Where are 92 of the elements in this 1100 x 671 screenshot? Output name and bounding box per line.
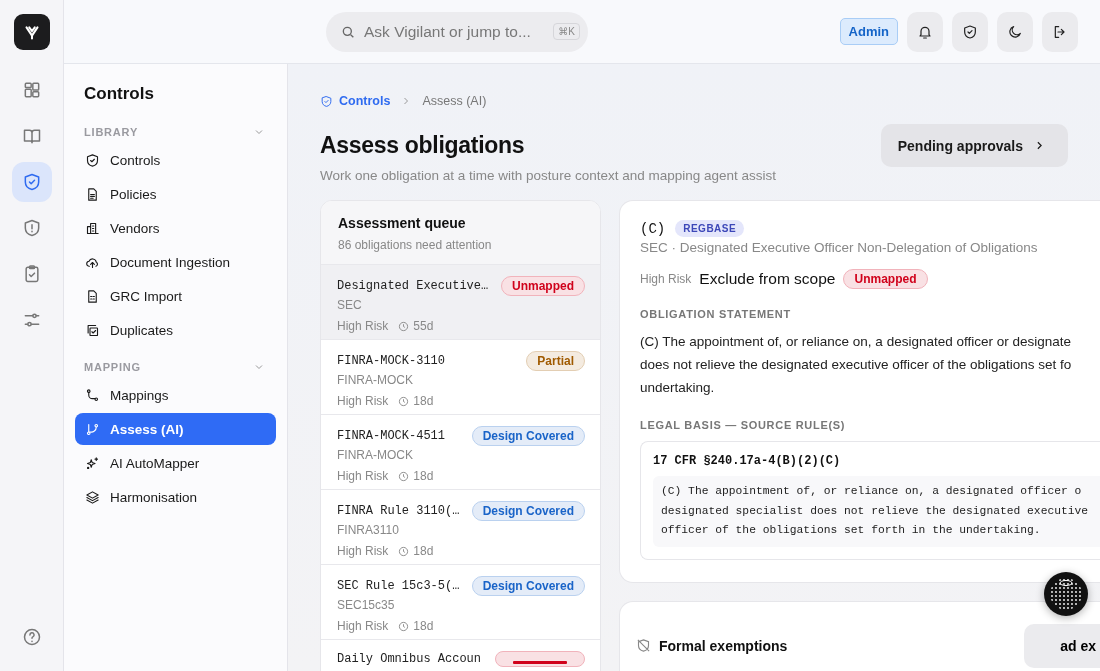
risk-label: High Risk — [337, 544, 389, 558]
rule-citation: 17 CFR §240.17a-4(B)(2)(C) — [653, 454, 842, 468]
section-heading: LEGAL BASIS — SOURCE RULE(S) — [640, 419, 847, 431]
source-label: SEC — [337, 298, 363, 312]
sidebar-item[interactable]: Controls — [75, 144, 276, 176]
queue-title: Assessment queue — [338, 215, 467, 231]
age-label: 18d — [413, 619, 434, 633]
rule-text: officer of the obligations set forth in the undertaking. — [661, 523, 1042, 538]
rail-nav-button[interactable] — [11, 162, 52, 202]
sparkle-icon — [85, 455, 100, 471]
header-button[interactable] — [907, 11, 943, 52]
sidebar-item[interactable]: Vendors — [75, 212, 276, 244]
sidebar-title: Controls — [84, 84, 155, 104]
header-button[interactable] — [997, 11, 1033, 52]
breadcrumb-link[interactable]: Controls — [339, 94, 391, 108]
doc-icon — [85, 186, 100, 202]
sidebar-item[interactable]: AI AutoMapper — [75, 447, 276, 479]
statement-text: undertaking. — [640, 379, 716, 397]
sidebar-item[interactable]: Assess (AI) — [75, 413, 276, 445]
obligation-title: FINRA-MOCK-4511 — [337, 429, 446, 443]
statement-text: (C) The appointment of, or reliance on, a designated officer or designate — [640, 333, 1072, 351]
clock-icon — [398, 620, 410, 632]
obligation-title: FINRA Rule 3110(… — [337, 504, 460, 518]
sheet-icon — [85, 288, 100, 304]
source-tag: REGBASE — [675, 220, 745, 237]
obligation-title: Designated Executive… — [337, 279, 489, 293]
sidebar-item[interactable]: Mappings — [75, 379, 276, 411]
risk-label: High Risk — [337, 619, 389, 633]
book-icon — [21, 126, 42, 146]
status-badge: Partial — [526, 351, 585, 371]
risk-label: High Risk — [640, 272, 692, 286]
queue-item[interactable]: Designated Executive… Unmapped SEC High Risk 55d — [321, 264, 600, 339]
obligation-title: FINRA-MOCK-3110 — [337, 354, 446, 368]
search-input[interactable]: Ask Vigilant or jump to... — [362, 21, 548, 42]
section-label: LIBRARY — [84, 126, 139, 138]
obligation-title: SEC Rule 15c3-5(… — [337, 579, 460, 593]
branch-icon — [85, 421, 100, 437]
moon-icon — [1007, 23, 1023, 40]
add-exemption-button[interactable]: ad ex — [1024, 623, 1100, 668]
obligation-title: Daily Omnibus Accoun — [337, 652, 482, 666]
status-badge: Design Covered — [471, 576, 585, 596]
pending-approvals-button[interactable]: Pending approvals — [880, 124, 1068, 167]
app-logo[interactable] — [13, 14, 50, 50]
copy-icon — [85, 322, 100, 338]
help-icon — [21, 627, 42, 647]
age-label: 18d — [413, 469, 434, 483]
header-button[interactable] — [952, 11, 988, 52]
statement-text: does not relieve the designated executive officer of the obligations set fo — [640, 356, 1073, 374]
risk-label: High Risk — [337, 394, 389, 408]
age-label: 18d — [413, 544, 434, 558]
clock-icon — [398, 545, 410, 557]
exemptions-title: Formal exemptions — [659, 637, 788, 654]
status-badge: Design Covered — [471, 501, 585, 521]
obligation-code: (C) — [640, 220, 666, 237]
route-icon — [85, 387, 100, 403]
page-title: Assess obligations — [320, 132, 526, 159]
clock-icon — [398, 395, 410, 407]
shield-icon — [320, 94, 333, 108]
sidebar-item[interactable]: GRC Import — [75, 280, 276, 312]
sidebar-item[interactable]: Duplicates — [75, 314, 276, 346]
status-badge: Unmapped — [843, 269, 928, 289]
sidebar-item[interactable]: Harmonisation — [75, 481, 276, 513]
rule-text: designated specialist does not relieve the designated executive — [661, 503, 1090, 519]
section-heading: OBLIGATION STATEMENT — [640, 308, 792, 320]
obligation-subtitle: SEC · Designated Executive Officer Non-Delegation of Obligations — [640, 240, 1039, 255]
sidebar-item[interactable]: Policies — [75, 178, 276, 210]
risk-label: High Risk — [337, 319, 389, 333]
clock-icon — [398, 470, 410, 482]
scope-action: Exclude from scope — [699, 270, 836, 288]
status-badge: Unmapped — [501, 276, 585, 296]
shortcut-hint: ⌘K — [553, 23, 580, 40]
queue-subtitle: 86 obligations need attention — [338, 238, 493, 252]
clock-icon — [398, 320, 410, 332]
rule-text: (C) The appointment of, or reliance on, a designated officer o — [661, 484, 1083, 499]
building-icon — [85, 220, 100, 236]
source-label: FINRA-MOCK — [337, 373, 414, 387]
shield-off-icon — [636, 638, 651, 653]
age-label: 55d — [413, 319, 434, 333]
source-label: SEC15c35 — [337, 598, 396, 612]
section-label: MAPPING — [84, 361, 141, 373]
sidebar-item[interactable]: Document Ingestion — [75, 246, 276, 278]
age-label: 18d — [413, 394, 434, 408]
risk-label: High Risk — [337, 469, 389, 483]
shield-icon — [962, 23, 978, 40]
shield-icon — [85, 152, 100, 168]
layers-icon — [85, 489, 100, 505]
source-label: FINRA-MOCK — [337, 448, 414, 462]
source-label: FINRA3110 — [337, 523, 400, 537]
breadcrumb-current: Assess (AI) — [422, 94, 487, 108]
role-badge: Admin — [839, 18, 898, 45]
status-badge: Design Covered — [471, 426, 585, 446]
page-subtitle: Work one obligation at a time with posture context and mapping agent assist — [320, 168, 776, 183]
